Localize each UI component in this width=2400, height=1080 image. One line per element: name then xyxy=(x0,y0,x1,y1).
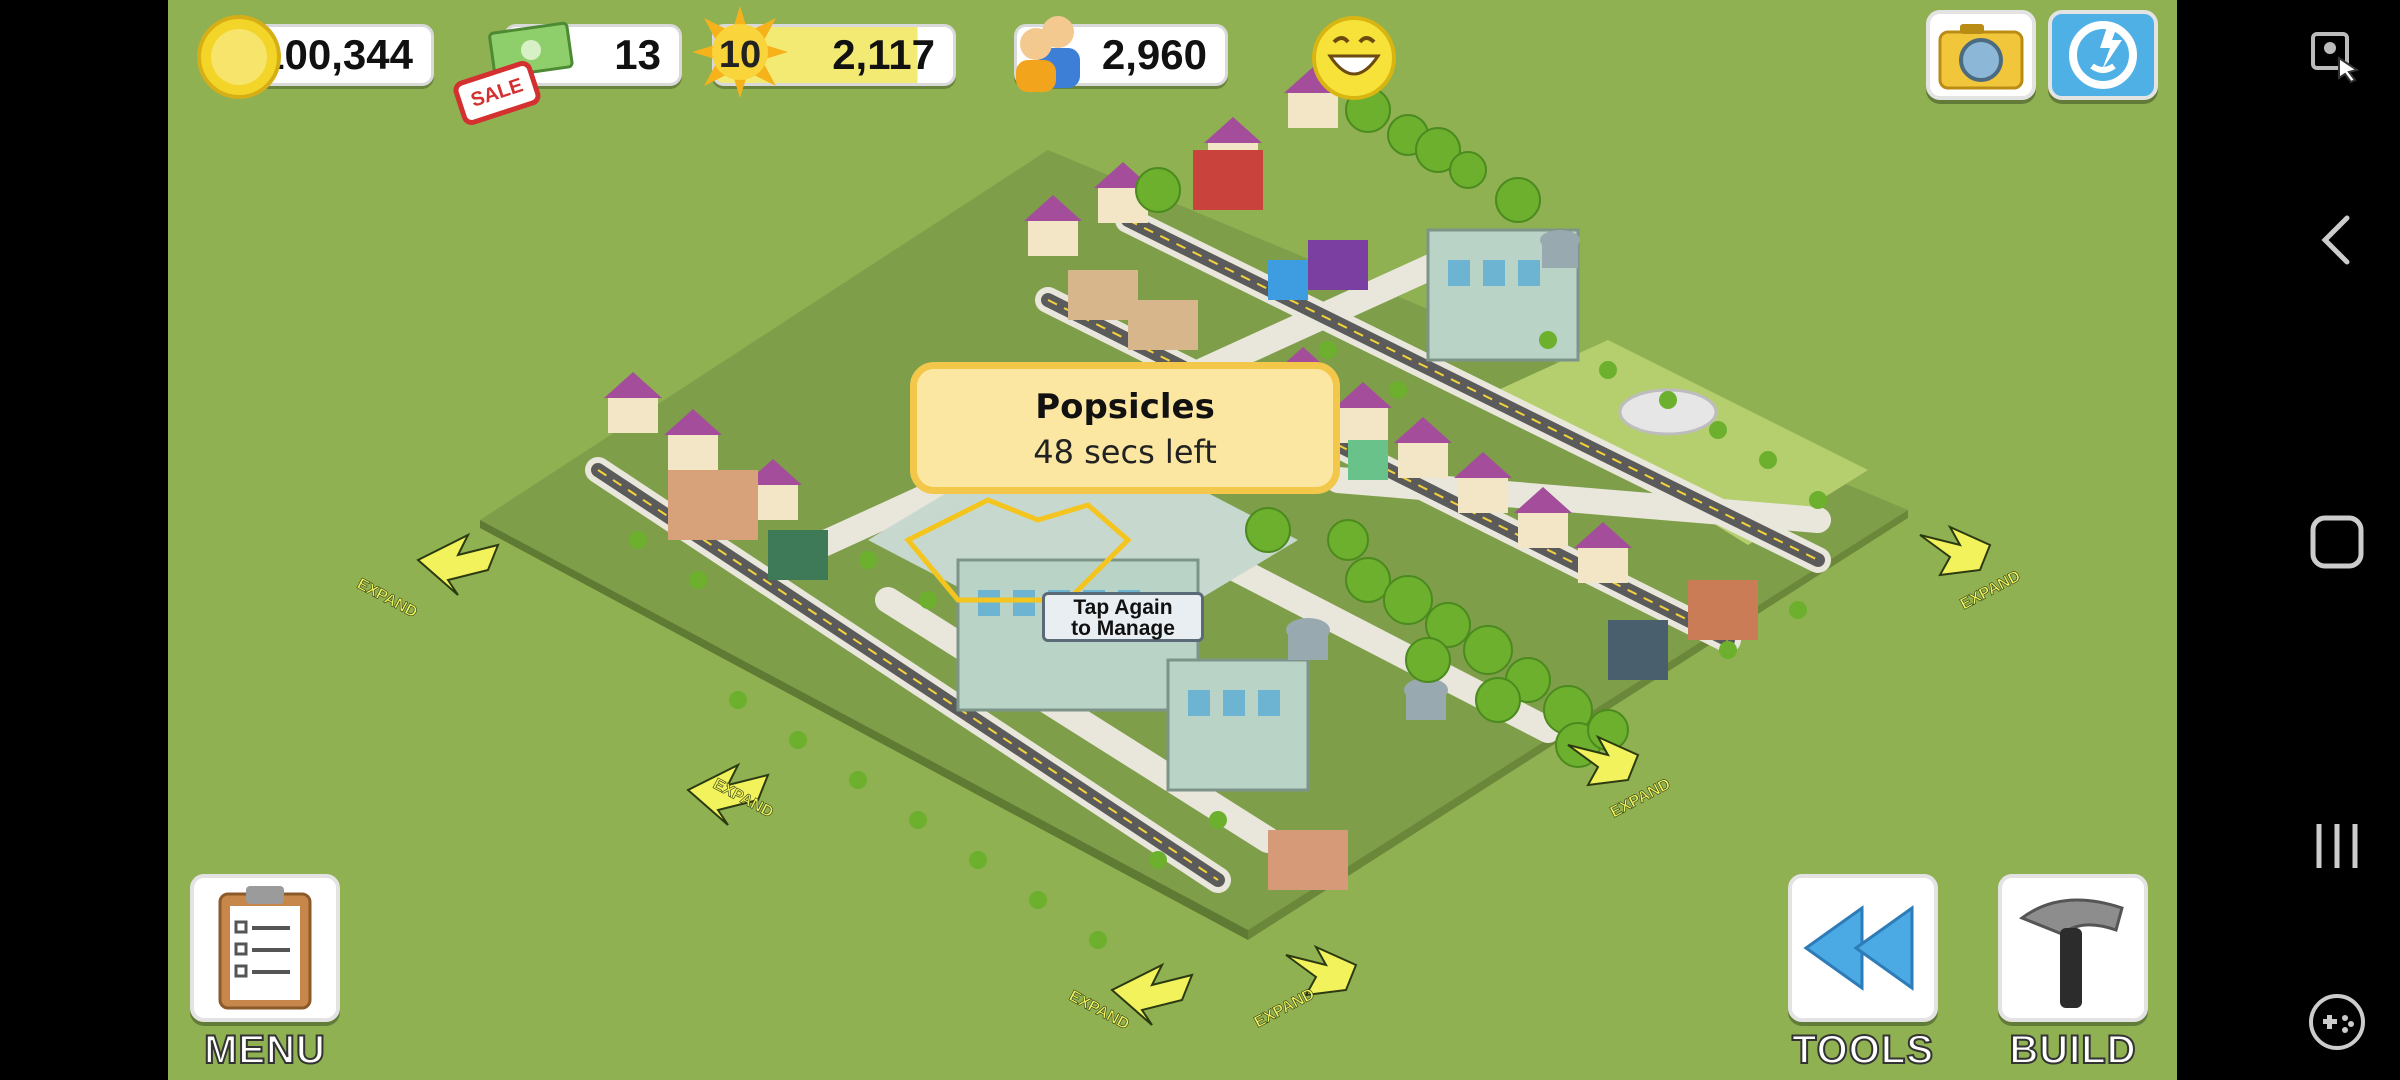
social-button[interactable] xyxy=(2048,10,2158,100)
camera-icon xyxy=(1938,24,2024,90)
game-viewport[interactable]: EXPAND EXPAND EXPAND EXPAND EXPAND EXPAN… xyxy=(168,0,2177,1080)
recents-icon[interactable] xyxy=(2307,818,2367,874)
menu-label[interactable]: MENU xyxy=(190,1027,340,1073)
tooltip-title: Popsicles xyxy=(1035,387,1215,427)
tap-hint-line2: to Manage xyxy=(1071,617,1175,640)
coins-value: 100,344 xyxy=(261,31,413,78)
happiness-smiley-icon[interactable] xyxy=(1310,14,1398,102)
population-value: 2,960 xyxy=(1101,31,1207,78)
game-launcher-icon[interactable] xyxy=(2307,992,2367,1052)
tap-hint-line1: Tap Again xyxy=(1073,596,1173,619)
sale-label: SALE xyxy=(468,73,526,112)
expand-arrow-right[interactable] xyxy=(1919,524,1992,577)
hammer-icon xyxy=(2018,898,2124,1008)
population-icon xyxy=(1016,16,1080,92)
tools-label[interactable]: TOOLS xyxy=(1788,1027,1938,1073)
tap-again-hint[interactable]: Tap Again to Manage xyxy=(1042,592,1204,642)
home-icon[interactable] xyxy=(2307,512,2367,572)
system-nav-bar xyxy=(2177,0,2400,1080)
expand-arrow-left[interactable] xyxy=(416,532,500,596)
back-icon[interactable] xyxy=(2315,212,2359,268)
menu-button[interactable] xyxy=(190,874,340,1022)
clipboard-icon xyxy=(218,886,312,1010)
build-button[interactable] xyxy=(1998,874,2148,1022)
expand-arrow-bottom-center-right[interactable] xyxy=(1285,944,1358,997)
coin-icon xyxy=(197,15,281,99)
build-label[interactable]: BUILD xyxy=(1998,1027,2148,1073)
rewind-icon xyxy=(1803,905,1914,991)
tooltip-timer: 48 secs left xyxy=(1033,433,1217,471)
xp-value: 2,117 xyxy=(832,31,935,78)
level-value: 10 xyxy=(718,34,762,76)
tools-button[interactable] xyxy=(1788,874,1938,1022)
production-tooltip: Popsicles 48 secs left xyxy=(910,362,1340,494)
cash-value: 13 xyxy=(614,31,661,78)
social-icon xyxy=(2069,21,2137,89)
screen-lock-icon[interactable] xyxy=(2309,28,2365,84)
camera-button[interactable] xyxy=(1926,10,2036,100)
